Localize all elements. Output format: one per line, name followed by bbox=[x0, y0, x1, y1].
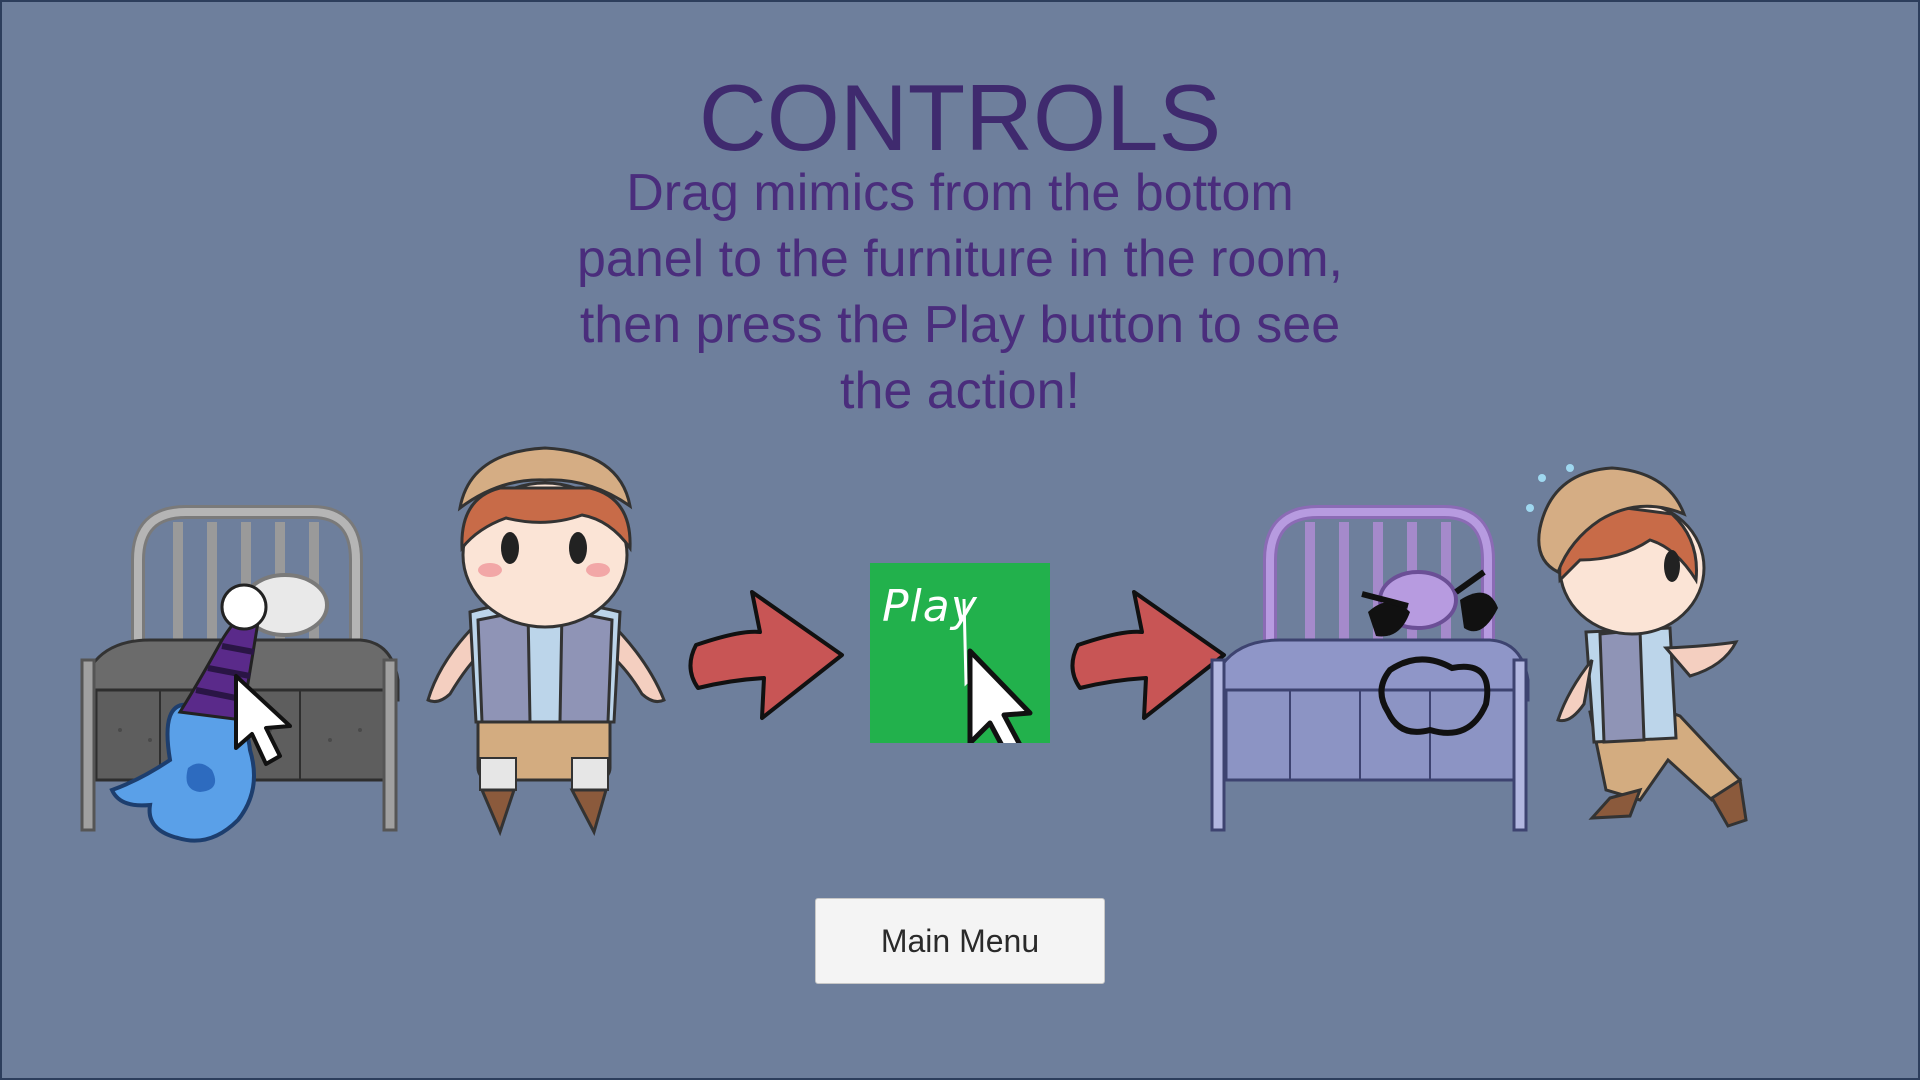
boy-standing bbox=[426, 446, 666, 837]
arrow-icon bbox=[1070, 590, 1226, 720]
main-menu-button[interactable]: Main Menu bbox=[815, 898, 1105, 984]
play-button-illustration: Play bbox=[870, 563, 1050, 743]
cursor-icon bbox=[962, 598, 1033, 743]
boy-running bbox=[1526, 464, 1748, 828]
bed-lavender bbox=[1210, 505, 1530, 832]
arrow-icon bbox=[688, 590, 844, 720]
